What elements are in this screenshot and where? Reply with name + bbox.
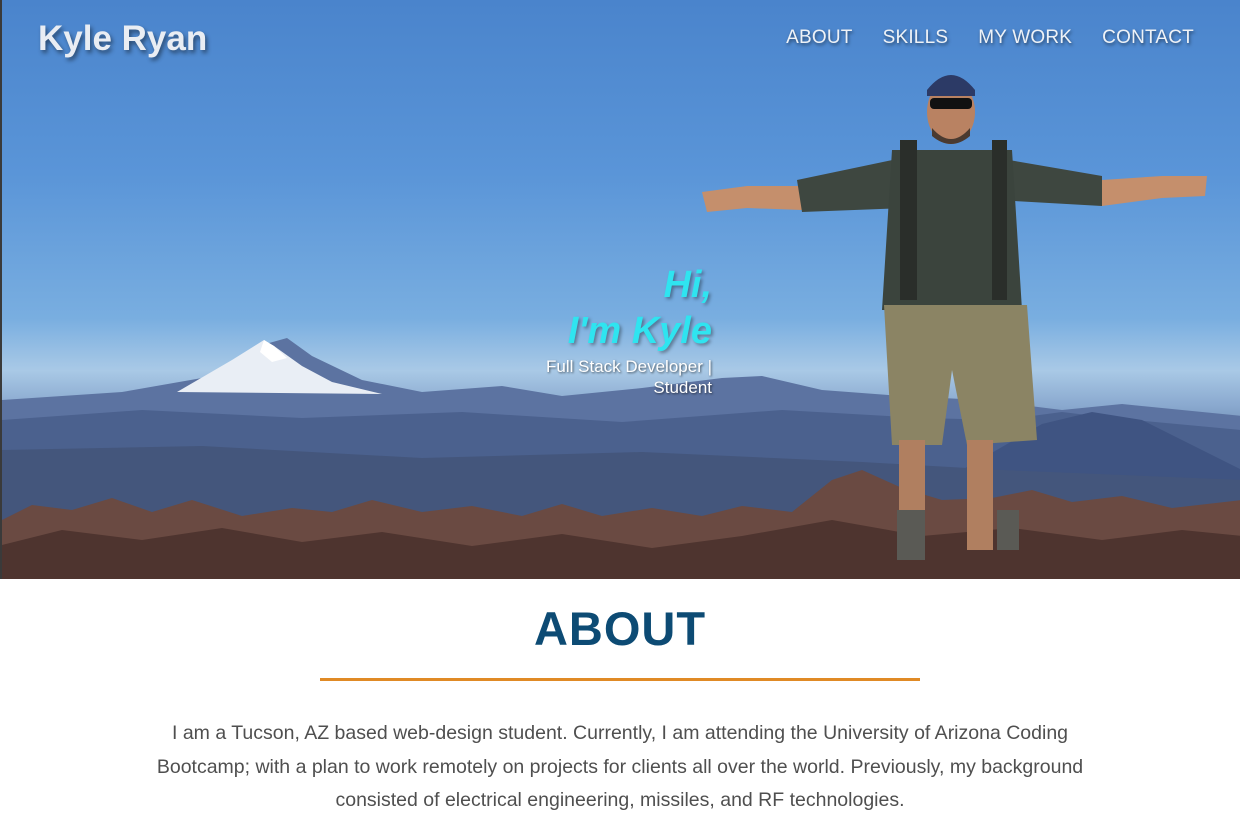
greeting-hi: Hi, bbox=[663, 264, 712, 306]
about-divider bbox=[320, 678, 920, 681]
nav-about[interactable]: ABOUT bbox=[786, 27, 852, 49]
about-title: ABOUT bbox=[533, 602, 707, 655]
about-section: ABOUT I am a Tucson, AZ based web-design… bbox=[0, 579, 1240, 818]
about-body: I am a Tucson, AZ based web-design stude… bbox=[156, 722, 1084, 811]
nav-skills[interactable]: SKILLS bbox=[883, 27, 949, 49]
hero-subtitle: Full Stack Developer | Student bbox=[546, 357, 712, 397]
main-nav: ABOUT SKILLS MY WORK CONTACT bbox=[786, 27, 1194, 49]
nav-contact[interactable]: CONTACT bbox=[1102, 27, 1194, 49]
hero-banner: Kyle Ryan ABOUT SKILLS MY WORK CONTACT H… bbox=[0, 0, 1240, 579]
greeting-name: I'm Kyle bbox=[567, 310, 712, 352]
nav-my-work[interactable]: MY WORK bbox=[978, 27, 1072, 49]
site-brand[interactable]: Kyle Ryan bbox=[38, 19, 207, 59]
hero-greeting: Hi, I'm Kyle Full Stack Developer | Stud… bbox=[532, 262, 712, 398]
